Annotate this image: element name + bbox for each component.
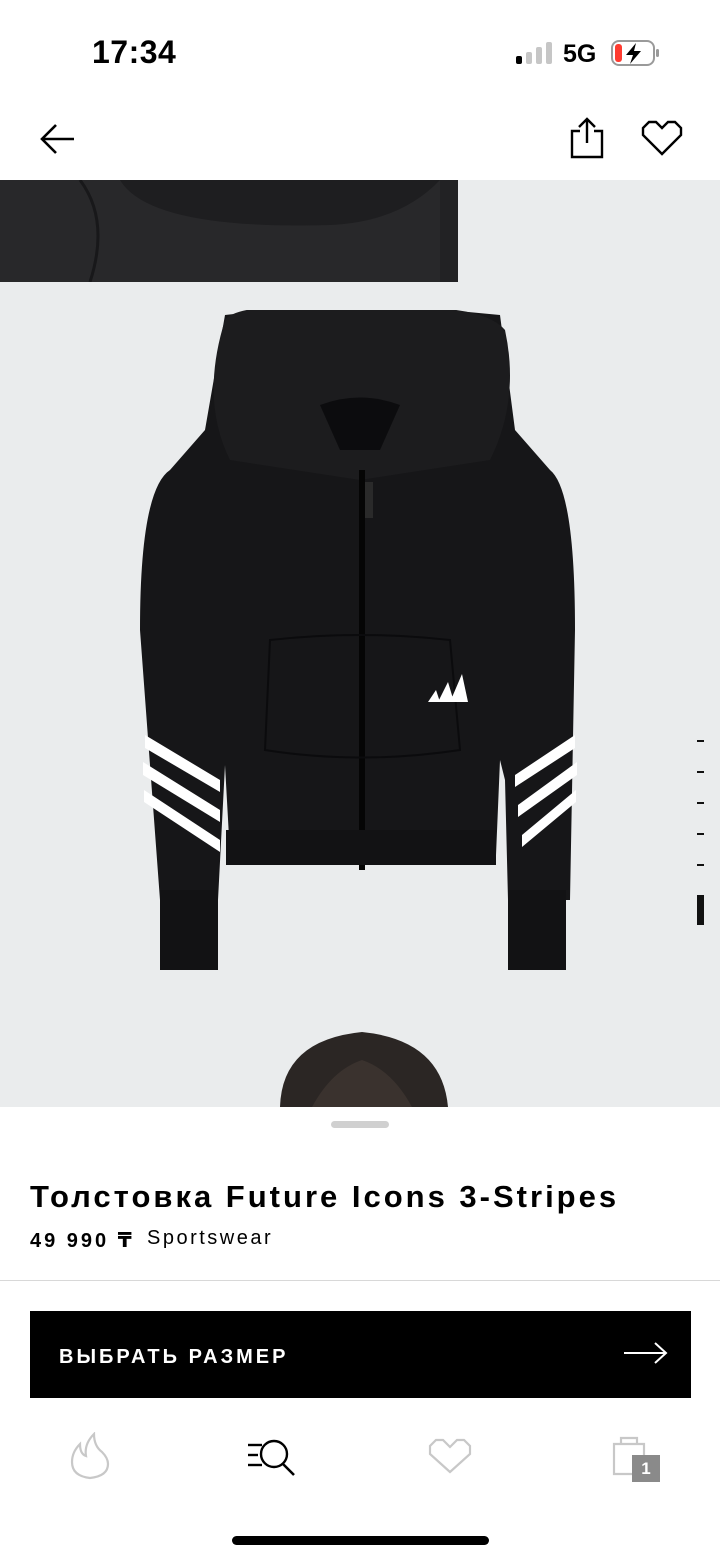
gallery-dot[interactable]: [697, 833, 704, 835]
product-price: 49 990 ₸: [30, 1230, 135, 1252]
product-photo-model: [280, 1032, 448, 1107]
product-brand-line: Sportswear: [147, 1227, 274, 1249]
heart-icon[interactable]: [639, 119, 685, 157]
status-bar: 17:34 5G: [0, 0, 720, 100]
arrow-right-icon: [624, 1342, 668, 1364]
heart-icon[interactable]: [420, 1432, 480, 1482]
bottom-tab-bar: [0, 1412, 720, 1502]
flame-icon[interactable]: [60, 1432, 120, 1482]
search-icon[interactable]: [242, 1432, 302, 1482]
product-gallery[interactable]: [0, 180, 720, 1107]
gallery-dot-active[interactable]: [697, 895, 704, 925]
signal-icon: [516, 42, 552, 64]
product-photo-detail: [0, 180, 458, 283]
product-photo-hoodie-front: [140, 310, 577, 970]
gallery-dot[interactable]: [697, 864, 704, 866]
share-icon[interactable]: [568, 117, 606, 159]
select-size-button[interactable]: ВЫБРАТЬ РАЗМЕР: [30, 1311, 691, 1398]
gallery-dot[interactable]: [697, 802, 704, 804]
sheet-drag-handle[interactable]: [331, 1121, 389, 1128]
product-title: Толстовка Future Icons 3-Stripes: [30, 1179, 620, 1214]
select-size-label: ВЫБРАТЬ РАЗМЕР: [59, 1346, 289, 1368]
battery-icon: [611, 40, 659, 66]
divider: [0, 1280, 720, 1281]
gallery-dot[interactable]: [697, 771, 704, 773]
status-time: 17:34: [92, 34, 177, 70]
home-indicator[interactable]: [232, 1536, 489, 1545]
gallery-pagination[interactable]: [697, 740, 709, 925]
cart-count-badge: 1: [632, 1455, 660, 1482]
gallery-dot[interactable]: [697, 740, 704, 742]
arrow-left-icon[interactable]: [38, 119, 78, 159]
header: [0, 100, 720, 181]
network-type: 5G: [563, 40, 597, 68]
